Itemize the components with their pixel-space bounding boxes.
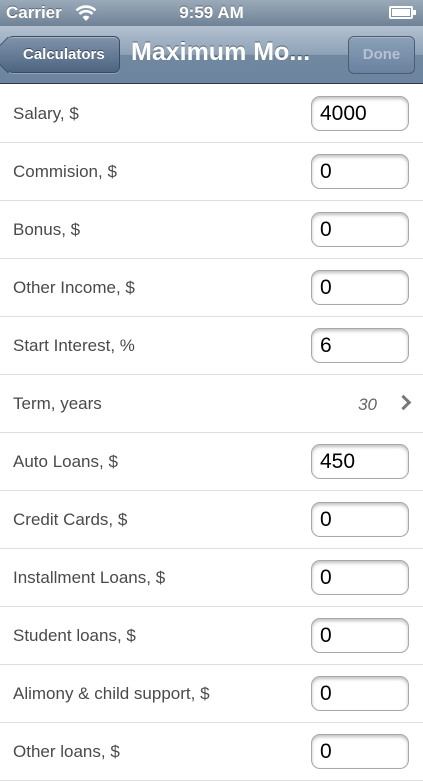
other-income-label: Other Income, $	[13, 278, 135, 297]
auto-loans-row: Auto Loans, $	[0, 433, 423, 491]
status-time: 9:59 AM	[179, 3, 244, 22]
student-loans-input[interactable]	[311, 618, 409, 653]
other-loans-row: Other loans, $	[0, 723, 423, 781]
other-income-input[interactable]	[311, 270, 409, 305]
installment-loans-label: Installment Loans, $	[13, 568, 166, 587]
other-loans-label: Other loans, $	[13, 742, 120, 761]
page-title: Maximum Mo...	[131, 38, 311, 66]
start-interest-row: Start Interest, %	[0, 317, 423, 375]
alimony-input[interactable]	[311, 676, 409, 711]
commision-row: Commision, $	[0, 143, 423, 201]
student-loans-row: Student loans, $	[0, 607, 423, 665]
term-row[interactable]: Term, years 30	[0, 375, 423, 433]
commision-input[interactable]	[311, 154, 409, 189]
commision-label: Commision, $	[13, 162, 117, 181]
installment-loans-input[interactable]	[311, 560, 409, 595]
term-value: 30	[358, 395, 377, 414]
status-bar: Carrier 9:59 AM	[0, 0, 423, 26]
auto-loans-input[interactable]	[311, 444, 409, 479]
chevron-right-icon	[395, 394, 412, 411]
auto-loans-label: Auto Loans, $	[13, 452, 118, 471]
back-button-label: Calculators	[23, 46, 105, 63]
other-loans-input[interactable]	[311, 734, 409, 769]
form-list: Salary, $ Commision, $ Bonus, $ Other In…	[0, 85, 423, 781]
student-loans-label: Student loans, $	[13, 626, 136, 645]
battery-icon	[389, 6, 416, 19]
credit-cards-row: Credit Cards, $	[0, 491, 423, 549]
credit-cards-input[interactable]	[311, 502, 409, 537]
credit-cards-label: Credit Cards, $	[13, 510, 128, 529]
alimony-row: Alimony & child support, $	[0, 665, 423, 723]
alimony-label: Alimony & child support, $	[13, 684, 210, 703]
other-income-row: Other Income, $	[0, 259, 423, 317]
salary-label: Salary, $	[13, 104, 79, 123]
salary-input[interactable]	[311, 96, 409, 131]
bonus-row: Bonus, $	[0, 201, 423, 259]
bonus-input[interactable]	[311, 212, 409, 247]
navigation-bar: Calculators Maximum Mo... Done	[0, 26, 423, 84]
back-button[interactable]: Calculators	[7, 36, 120, 73]
installment-loans-row: Installment Loans, $	[0, 549, 423, 607]
start-interest-label: Start Interest, %	[13, 336, 135, 355]
bonus-label: Bonus, $	[13, 220, 81, 239]
done-button[interactable]: Done	[348, 36, 415, 74]
term-label: Term, years	[13, 394, 102, 413]
start-interest-input[interactable]	[311, 328, 409, 363]
salary-row: Salary, $	[0, 85, 423, 143]
